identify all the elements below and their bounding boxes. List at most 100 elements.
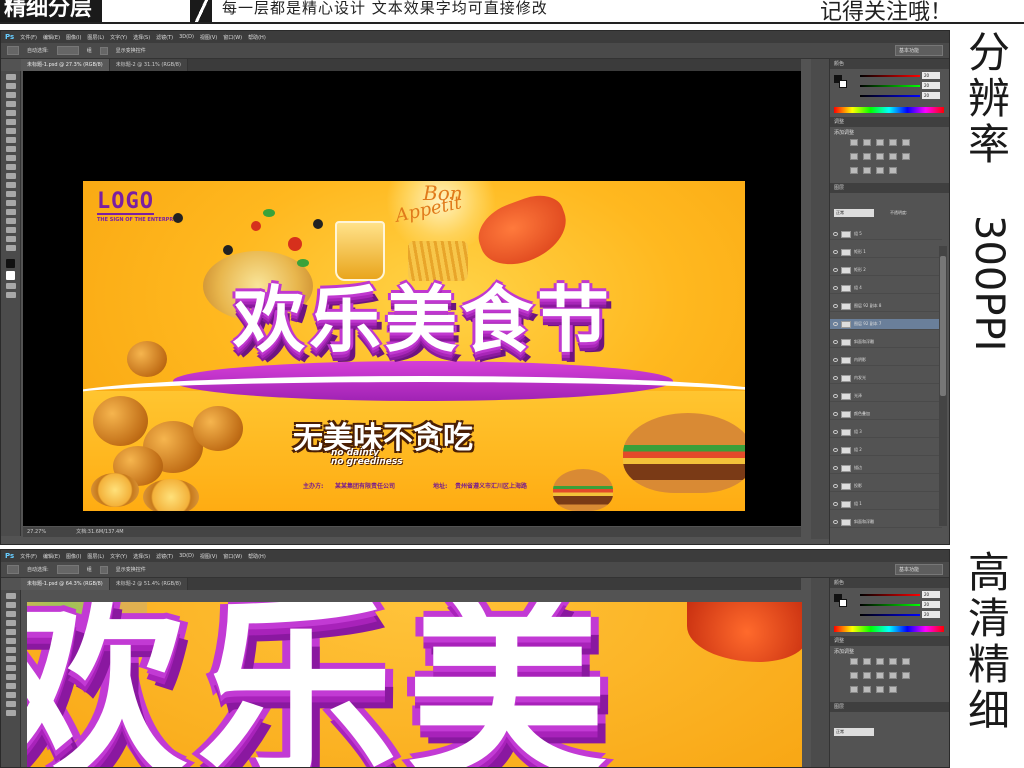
menu-image[interactable]: 图像(I) bbox=[66, 553, 81, 560]
menu-select[interactable]: 选择(S) bbox=[133, 553, 150, 560]
brightness-icon[interactable] bbox=[850, 658, 858, 665]
eye-icon[interactable] bbox=[833, 304, 838, 308]
menu-edit[interactable]: 编辑(E) bbox=[43, 553, 60, 560]
blue-slider[interactable] bbox=[860, 95, 920, 97]
menu-select[interactable]: 选择(S) bbox=[133, 34, 150, 41]
layers-scroll-thumb[interactable] bbox=[940, 256, 946, 396]
color-spectrum[interactable] bbox=[834, 107, 944, 113]
menu-filter[interactable]: 滤镜(T) bbox=[156, 553, 173, 560]
eraser-tool-icon[interactable] bbox=[6, 164, 16, 170]
document-canvas[interactable]: LOGO THE SIGN OF THE ENTERPRISE Bon Appe… bbox=[23, 71, 801, 526]
eye-icon[interactable] bbox=[833, 412, 838, 416]
menu-file[interactable]: 文件(F) bbox=[20, 34, 37, 41]
lasso-tool-icon[interactable] bbox=[6, 611, 16, 617]
background-swatch[interactable] bbox=[839, 80, 847, 88]
layer-row[interactable]: 投影 bbox=[830, 481, 942, 492]
group-dropdown[interactable] bbox=[56, 565, 79, 574]
foreground-color-icon[interactable] bbox=[6, 259, 15, 268]
layer-row[interactable]: 矩形 1 bbox=[830, 247, 942, 258]
brush-tool-icon[interactable] bbox=[6, 656, 16, 662]
gradient-tool-icon[interactable] bbox=[6, 173, 16, 179]
vibrance-icon[interactable] bbox=[902, 139, 910, 146]
menu-help[interactable]: 帮助(H) bbox=[248, 553, 266, 560]
move-tool-icon[interactable] bbox=[6, 74, 16, 80]
group-dropdown[interactable] bbox=[56, 46, 79, 55]
color-panel-header[interactable]: 颜色 bbox=[830, 59, 949, 69]
eye-icon[interactable] bbox=[833, 232, 838, 236]
zoom-level-readout[interactable]: 27.27% bbox=[27, 527, 46, 537]
menu-3d[interactable]: 3D(D) bbox=[179, 553, 194, 559]
quick-select-tool-icon[interactable] bbox=[6, 620, 16, 626]
shape-tool-icon[interactable] bbox=[6, 227, 16, 233]
layer-row[interactable]: 矩形 2 bbox=[830, 265, 942, 276]
red-value[interactable]: 20 bbox=[922, 591, 940, 598]
green-slider[interactable] bbox=[860, 85, 920, 87]
layer-row[interactable]: 描边 bbox=[830, 463, 942, 474]
levels-icon[interactable] bbox=[863, 658, 871, 665]
balance-icon[interactable] bbox=[863, 153, 871, 160]
menu-type[interactable]: 文字(Y) bbox=[110, 553, 127, 560]
red-slider[interactable] bbox=[860, 75, 920, 77]
gradient-map-icon[interactable] bbox=[889, 167, 897, 174]
marquee-tool-icon[interactable] bbox=[6, 602, 16, 608]
eraser-tool-icon[interactable] bbox=[6, 683, 16, 689]
move-tool-icon[interactable] bbox=[6, 593, 16, 599]
red-slider[interactable] bbox=[860, 594, 920, 596]
auto-select-label[interactable]: 自动选择: bbox=[27, 566, 49, 573]
crop-tool-icon[interactable] bbox=[6, 629, 16, 635]
eye-icon[interactable] bbox=[833, 484, 838, 488]
dodge-tool-icon[interactable] bbox=[6, 710, 16, 716]
zoomed-canvas[interactable]: 欢乐美 bbox=[27, 602, 802, 767]
stamp-tool-icon[interactable] bbox=[6, 146, 16, 152]
marquee-tool-icon[interactable] bbox=[6, 83, 16, 89]
balance-icon[interactable] bbox=[863, 672, 871, 679]
hand-tool-icon[interactable] bbox=[6, 236, 16, 242]
history-brush-tool-icon[interactable] bbox=[6, 674, 16, 680]
screen-mode-icon[interactable] bbox=[6, 292, 16, 298]
move-tool-icon[interactable] bbox=[7, 46, 19, 55]
blue-slider[interactable] bbox=[860, 614, 920, 616]
brightness-icon[interactable] bbox=[850, 139, 858, 146]
vibrance-icon[interactable] bbox=[902, 658, 910, 665]
posterize-icon[interactable] bbox=[863, 686, 871, 693]
eye-icon[interactable] bbox=[833, 322, 838, 326]
layer-row[interactable]: 组 4 bbox=[830, 283, 942, 294]
invert-icon[interactable] bbox=[850, 167, 858, 174]
color-panel-header[interactable]: 颜色 bbox=[830, 578, 949, 588]
menu-help[interactable]: 帮助(H) bbox=[248, 34, 266, 41]
adjustments-panel-header[interactable]: 调整 bbox=[830, 117, 949, 127]
green-value[interactable]: 20 bbox=[922, 601, 940, 608]
mixer-icon[interactable] bbox=[902, 153, 910, 160]
blur-tool-icon[interactable] bbox=[6, 182, 16, 188]
path-select-tool-icon[interactable] bbox=[6, 218, 16, 224]
green-value[interactable]: 20 bbox=[922, 82, 940, 89]
eye-icon[interactable] bbox=[833, 520, 838, 524]
menu-file[interactable]: 文件(F) bbox=[20, 553, 37, 560]
eye-icon[interactable] bbox=[833, 286, 838, 290]
bw-icon[interactable] bbox=[876, 153, 884, 160]
menu-window[interactable]: 窗口(W) bbox=[223, 553, 242, 560]
healing-tool-icon[interactable] bbox=[6, 128, 16, 134]
type-tool-icon[interactable] bbox=[6, 209, 16, 215]
blend-mode-select[interactable]: 正常 bbox=[834, 728, 874, 736]
menu-filter[interactable]: 滤镜(T) bbox=[156, 34, 173, 41]
eye-icon[interactable] bbox=[833, 268, 838, 272]
transform-checkbox[interactable] bbox=[99, 46, 108, 55]
layer-row[interactable]: 内发光 bbox=[830, 373, 942, 384]
exposure-icon[interactable] bbox=[889, 139, 897, 146]
layer-row[interactable]: 光泽 bbox=[830, 391, 942, 402]
exposure-icon[interactable] bbox=[889, 658, 897, 665]
eye-icon[interactable] bbox=[833, 430, 838, 434]
stamp-tool-icon[interactable] bbox=[6, 665, 16, 671]
blue-value[interactable]: 20 bbox=[922, 92, 940, 99]
tab-doc-1[interactable]: 未标题-1.psd @ 64.3% (RGB/8) bbox=[21, 578, 110, 590]
transform-checkbox[interactable] bbox=[99, 565, 108, 574]
threshold-icon[interactable] bbox=[876, 686, 884, 693]
layer-row[interactable]: 内阴影 bbox=[830, 355, 942, 366]
layers-panel-header[interactable]: 图层 bbox=[830, 702, 949, 712]
history-brush-tool-icon[interactable] bbox=[6, 155, 16, 161]
move-tool-icon[interactable] bbox=[7, 565, 19, 574]
layer-row[interactable]: 组 2 bbox=[830, 445, 942, 456]
tab-doc-1[interactable]: 未标题-1.psd @ 27.3% (RGB/8) bbox=[21, 59, 110, 71]
layers-scrollbar[interactable] bbox=[939, 246, 947, 526]
